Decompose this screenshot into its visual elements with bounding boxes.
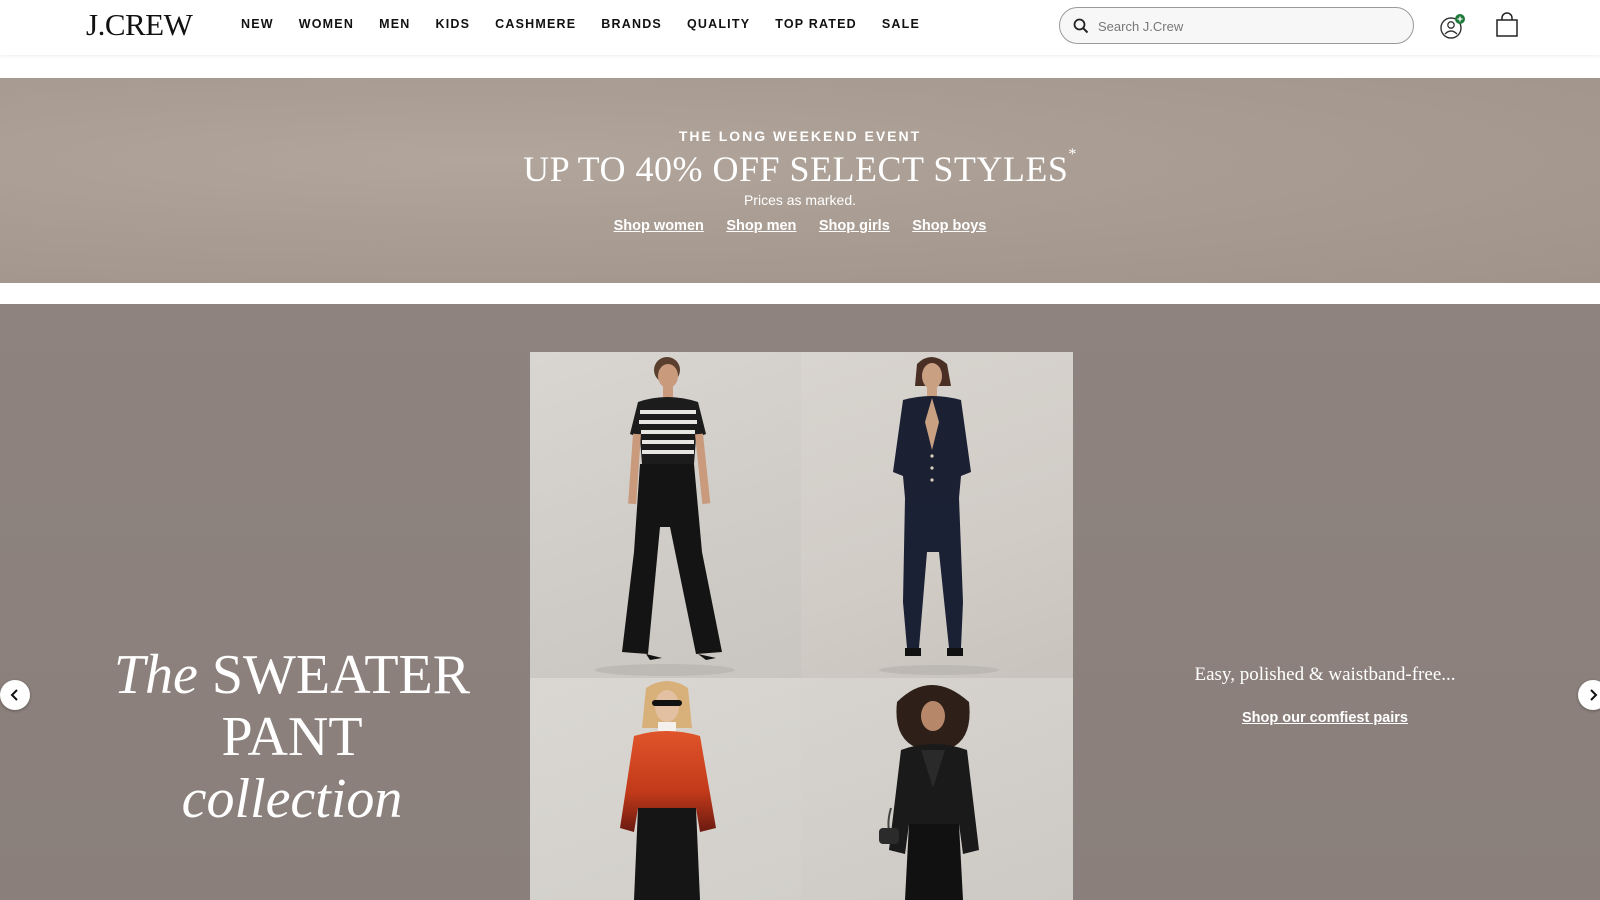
hero-carousel: The SWEATER PANT collection Easy, polish… xyxy=(0,304,1600,900)
hero-title-line-2: PANT collection xyxy=(112,706,472,830)
main-nav: NEW WOMEN MEN KIDS CASHMERE BRANDS QUALI… xyxy=(241,15,945,33)
shop-men-link[interactable]: Shop men xyxy=(726,218,796,234)
account-icon[interactable] xyxy=(1439,13,1467,41)
shop-comfiest-pairs-link[interactable]: Shop our comfiest pairs xyxy=(1160,710,1490,726)
shopping-bag-icon[interactable] xyxy=(1495,12,1519,38)
shop-girls-link[interactable]: Shop girls xyxy=(819,218,890,234)
chevron-right-icon xyxy=(1590,689,1598,701)
hero-tagline: Easy, polished & waistband-free... xyxy=(1194,664,1456,685)
promo-links: Shop women Shop men Shop girls Shop boys xyxy=(0,217,1600,235)
model-image-navy-cardigan[interactable] xyxy=(801,352,1073,678)
hero-title-the: The xyxy=(113,644,198,706)
model-image-leather-jacket[interactable] xyxy=(801,678,1073,900)
hero-title: The SWEATER PANT collection xyxy=(112,644,472,830)
site-header: J.CREW NEW WOMEN MEN KIDS CASHMERE BRAND… xyxy=(0,0,1600,55)
model-image-orange-sweater[interactable] xyxy=(530,678,801,900)
shop-boys-link[interactable]: Shop boys xyxy=(912,218,986,234)
promo-eyebrow: THE LONG WEEKEND EVENT xyxy=(678,128,922,144)
hero-title-sweater: SWEATER xyxy=(197,644,471,706)
promo-subtext: Prices as marked. xyxy=(743,192,857,208)
promo-headline: UP TO 40% OFF SELECT STYLES* xyxy=(0,146,1600,190)
search-box[interactable] xyxy=(1059,7,1414,44)
hero-title-collection: collection xyxy=(181,768,403,830)
nav-quality[interactable]: QUALITY xyxy=(687,15,750,33)
promo-headline-asterisk: * xyxy=(1068,146,1077,163)
promo-headline-text: UP TO 40% OFF SELECT STYLES xyxy=(523,149,1069,189)
hero-title-line-1: The SWEATER xyxy=(112,644,472,706)
nav-cashmere[interactable]: CASHMERE xyxy=(495,15,576,33)
nav-women[interactable]: WOMEN xyxy=(299,15,354,33)
chevron-left-icon xyxy=(10,689,18,701)
nav-men[interactable]: MEN xyxy=(379,15,410,33)
hero-title-pant: PANT xyxy=(221,706,363,768)
nav-kids[interactable]: KIDS xyxy=(435,15,470,33)
promo-banner: THE LONG WEEKEND EVENT UP TO 40% OFF SEL… xyxy=(0,78,1600,283)
jcrew-logo[interactable]: J.CREW xyxy=(86,6,193,44)
product-image-grid[interactable] xyxy=(530,352,1073,900)
carousel-next-button[interactable] xyxy=(1578,680,1600,710)
nav-top-rated[interactable]: TOP RATED xyxy=(775,15,857,33)
search-input[interactable] xyxy=(1098,14,1398,38)
model-image-striped-polo[interactable] xyxy=(530,352,801,678)
shop-women-link[interactable]: Shop women xyxy=(614,218,704,234)
carousel-prev-button[interactable] xyxy=(0,680,30,710)
search-icon xyxy=(1073,18,1089,34)
nav-brands[interactable]: BRANDS xyxy=(601,15,662,33)
nav-new[interactable]: NEW xyxy=(241,15,274,33)
nav-sale[interactable]: SALE xyxy=(882,15,920,33)
